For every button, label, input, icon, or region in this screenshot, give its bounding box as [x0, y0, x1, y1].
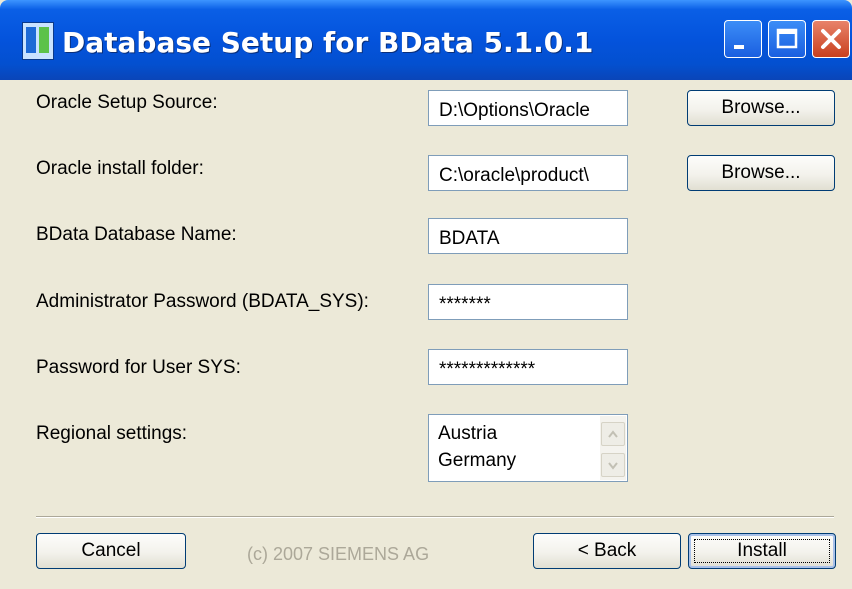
sys-password-label: Password for User SYS:	[36, 357, 241, 378]
close-button[interactable]	[812, 20, 850, 58]
chevron-up-icon	[608, 430, 618, 438]
minimize-icon	[734, 45, 744, 49]
copyright-text: (c) 2007 SIEMENS AG	[247, 544, 430, 564]
app-database-icon	[22, 22, 54, 60]
window-title: Database Setup for BData 5.1.0.1	[62, 26, 594, 59]
admin-password-label: Administrator Password (BDATA_SYS):	[36, 291, 369, 312]
close-icon	[821, 29, 841, 49]
maximize-button[interactable]	[768, 20, 806, 58]
regional-settings-listbox[interactable]: Austria Germany	[428, 414, 628, 482]
oracle-install-folder-field[interactable]: C:\oracle\product\	[428, 155, 628, 191]
sys-password-field[interactable]: *************	[428, 349, 628, 385]
back-button[interactable]: < Back	[533, 533, 681, 569]
database-name-field[interactable]: BDATA	[428, 218, 628, 254]
regional-settings-label: Regional settings:	[36, 423, 188, 444]
maximize-icon	[776, 28, 798, 49]
minimize-button[interactable]	[724, 20, 762, 58]
browse-install-folder-button[interactable]: Browse...	[687, 155, 835, 191]
oracle-setup-source-field[interactable]: D:\Options\Oracle	[428, 90, 628, 126]
install-button[interactable]: Install	[688, 533, 836, 569]
database-setup-window: Database Setup for BData 5.1.0.1 Oracle …	[0, 0, 852, 589]
scroll-up-button[interactable]	[601, 422, 625, 446]
listbox-scrollbar[interactable]	[600, 416, 626, 480]
footer-separator	[36, 516, 834, 518]
chevron-down-icon	[608, 462, 618, 470]
list-item-germany[interactable]: Germany	[438, 450, 516, 472]
cancel-button[interactable]: Cancel	[36, 533, 186, 569]
title-bar[interactable]: Database Setup for BData 5.1.0.1	[0, 0, 852, 80]
oracle-install-folder-label: Oracle install folder:	[36, 158, 204, 179]
focus-rect	[694, 539, 830, 563]
browse-setup-source-button[interactable]: Browse...	[687, 90, 835, 126]
database-name-label: BData Database Name:	[36, 224, 237, 245]
list-item-austria[interactable]: Austria	[438, 423, 497, 445]
scroll-down-button[interactable]	[601, 453, 625, 477]
admin-password-field[interactable]: *******	[428, 284, 628, 320]
oracle-setup-source-label: Oracle Setup Source:	[36, 92, 218, 113]
